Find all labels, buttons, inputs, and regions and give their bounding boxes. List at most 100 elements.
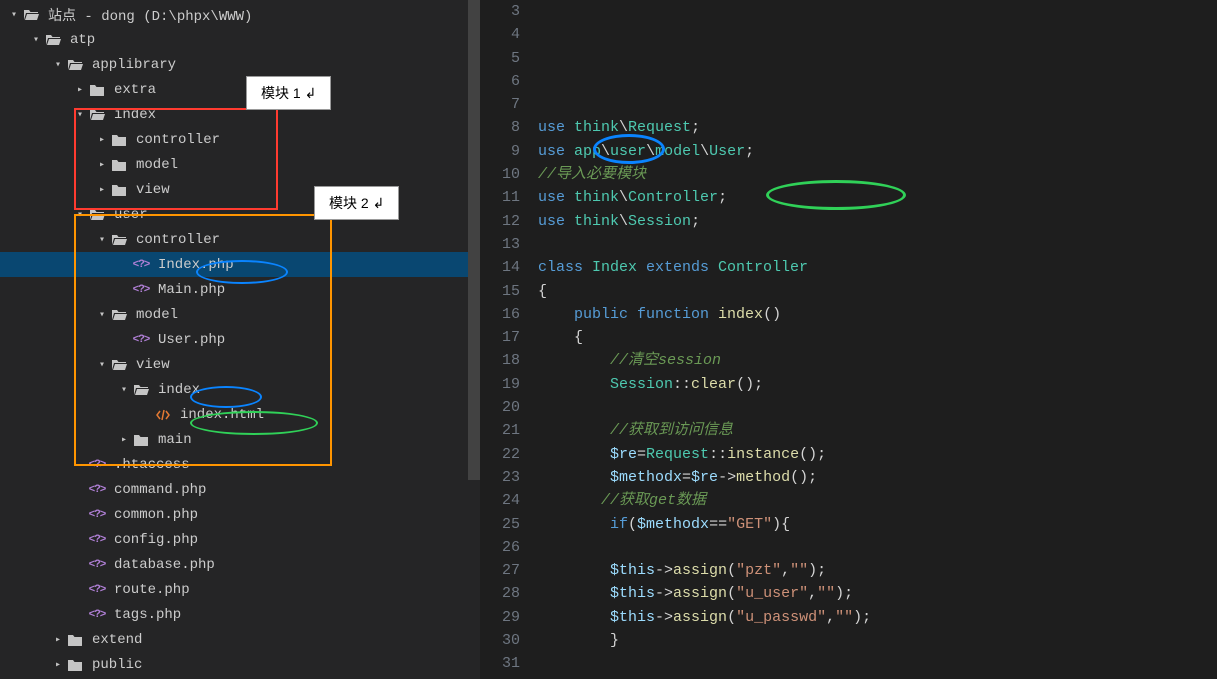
tree-item-command-php[interactable]: ▸<?>command.php: [0, 477, 480, 502]
chevron-down-icon: ▾: [28, 32, 44, 48]
code-line[interactable]: }: [538, 629, 1217, 652]
chevron-right-icon: ▸: [50, 657, 66, 673]
tree-item-label: user: [114, 207, 148, 223]
chevron-right-icon: ▸: [94, 132, 110, 148]
code-editor[interactable]: 3456789101112131415161718192021222324252…: [480, 0, 1217, 679]
line-number: 22: [480, 443, 520, 466]
tree-item-extend[interactable]: ▸extend: [0, 627, 480, 652]
folder-open-icon: [110, 231, 128, 249]
tree-item-route-php[interactable]: ▸<?>route.php: [0, 577, 480, 602]
line-number: 13: [480, 233, 520, 256]
tree-item-controller[interactable]: ▸ controller: [0, 127, 480, 152]
folder-icon: [88, 81, 106, 99]
tree-item-label: database.php: [114, 557, 215, 573]
tree-item-view[interactable]: ▾view: [0, 352, 480, 377]
tree-item-controller[interactable]: ▾ controller: [0, 227, 480, 252]
folder-open-icon: [88, 206, 106, 224]
tree-item--htaccess[interactable]: ▸<?>.htaccess: [0, 452, 480, 477]
tree-item-label: Index.php: [158, 257, 234, 273]
tree-item-index-html[interactable]: ▸index.html: [0, 402, 480, 427]
code-line[interactable]: if($methodx=="GET"){: [538, 513, 1217, 536]
code-line[interactable]: use app\user\model\User;: [538, 140, 1217, 163]
line-number-gutter: 3456789101112131415161718192021222324252…: [480, 0, 538, 679]
tree-item-label: controller: [136, 232, 220, 248]
code-line[interactable]: $methodx=$re->method();: [538, 466, 1217, 489]
php-file-icon: <?>: [132, 281, 150, 299]
code-line[interactable]: //获取到访问信息: [538, 419, 1217, 442]
tree-item-user-php[interactable]: ▸<?>User.php: [0, 327, 480, 352]
code-line[interactable]: else if($methodx=="POST"){: [538, 676, 1217, 679]
tree-item-view[interactable]: ▸view: [0, 177, 480, 202]
line-number: 17: [480, 326, 520, 349]
chevron-right-icon: ▸: [50, 632, 66, 648]
line-number: 25: [480, 513, 520, 536]
code-line[interactable]: class Index extends Controller: [538, 256, 1217, 279]
folder-open-icon: [110, 306, 128, 324]
code-line[interactable]: //获取get数据: [538, 489, 1217, 512]
tree-item-model[interactable]: ▾model: [0, 302, 480, 327]
code-line[interactable]: //清空session: [538, 349, 1217, 372]
code-content[interactable]: use think\Request;use app\user\model\Use…: [538, 0, 1217, 679]
line-number: 7: [480, 93, 520, 116]
tree-item-label: .htaccess: [114, 457, 190, 473]
sidebar-scrollbar[interactable]: [468, 0, 480, 679]
code-line[interactable]: use think\Controller;: [538, 186, 1217, 209]
tree-item-label: controller: [136, 132, 220, 148]
php-file-icon: <?>: [132, 331, 150, 349]
tree-item-atp[interactable]: ▾ atp: [0, 27, 480, 52]
tree-item-extra[interactable]: ▸extra: [0, 77, 480, 102]
tree-item-common-php[interactable]: ▸<?>common.php: [0, 502, 480, 527]
tree-item-index[interactable]: ▾index: [0, 102, 480, 127]
code-line[interactable]: $this->assign("pzt","");: [538, 559, 1217, 582]
line-number: 18: [480, 349, 520, 372]
line-number: 24: [480, 489, 520, 512]
chevron-down-icon: ▾: [6, 7, 22, 23]
chevron-right-icon: ▸: [116, 432, 132, 448]
tree-item-user[interactable]: ▾ user: [0, 202, 480, 227]
code-line[interactable]: //导入必要模块: [538, 163, 1217, 186]
tree-item--dong-d-phpx-www-[interactable]: ▾ 站点 - dong (D:\phpx\WWW): [0, 2, 480, 27]
tree-item-model[interactable]: ▸model: [0, 152, 480, 177]
line-number: 29: [480, 606, 520, 629]
chevron-down-icon: ▾: [94, 232, 110, 248]
tree-item-main-php[interactable]: ▸<?>Main.php: [0, 277, 480, 302]
chevron-down-icon: ▾: [72, 207, 88, 223]
tree-item-label: 站点 - dong (D:\phpx\WWW): [48, 5, 252, 25]
tree-item-config-php[interactable]: ▸<?>config.php: [0, 527, 480, 552]
code-line[interactable]: $this->assign("u_user","");: [538, 582, 1217, 605]
tree-item-label: common.php: [114, 507, 198, 523]
code-line[interactable]: $this->assign("u_passwd","");: [538, 606, 1217, 629]
line-number: 8: [480, 116, 520, 139]
tree-item-label: atp: [70, 32, 95, 48]
folder-icon: [110, 156, 128, 174]
chevron-down-icon: ▾: [94, 307, 110, 323]
tree-item-index-php[interactable]: ▸<?>Index.php: [0, 252, 480, 277]
tree-item-main[interactable]: ▸main: [0, 427, 480, 452]
tree-item-database-php[interactable]: ▸<?>database.php: [0, 552, 480, 577]
line-number: 20: [480, 396, 520, 419]
code-line[interactable]: [538, 652, 1217, 675]
code-line[interactable]: use think\Request;: [538, 116, 1217, 139]
code-line[interactable]: $re=Request::instance();: [538, 443, 1217, 466]
folder-open-icon: [132, 381, 150, 399]
tree-item-index[interactable]: ▾index: [0, 377, 480, 402]
code-line[interactable]: {: [538, 280, 1217, 303]
line-number: 12: [480, 210, 520, 233]
tree-item-applibrary[interactable]: ▾applibrary: [0, 52, 480, 77]
folder-open-icon: [66, 56, 84, 74]
code-line[interactable]: [538, 233, 1217, 256]
file-explorer[interactable]: ▾站点 - dong (D:\phpx\WWW)▾atp▾applibrary▸…: [0, 0, 480, 679]
php-file-icon: <?>: [132, 256, 150, 274]
php-file-icon: <?>: [88, 506, 106, 524]
chevron-right-icon: ▸: [94, 157, 110, 173]
tree-item-tags-php[interactable]: ▸<?>tags.php: [0, 602, 480, 627]
code-line[interactable]: [538, 536, 1217, 559]
code-line[interactable]: {: [538, 326, 1217, 349]
line-number: 16: [480, 303, 520, 326]
code-line[interactable]: Session::clear();: [538, 373, 1217, 396]
code-line[interactable]: public function index(): [538, 303, 1217, 326]
chevron-down-icon: ▾: [94, 357, 110, 373]
code-line[interactable]: use think\Session;: [538, 210, 1217, 233]
tree-item-public[interactable]: ▸public: [0, 652, 480, 677]
code-line[interactable]: [538, 396, 1217, 419]
